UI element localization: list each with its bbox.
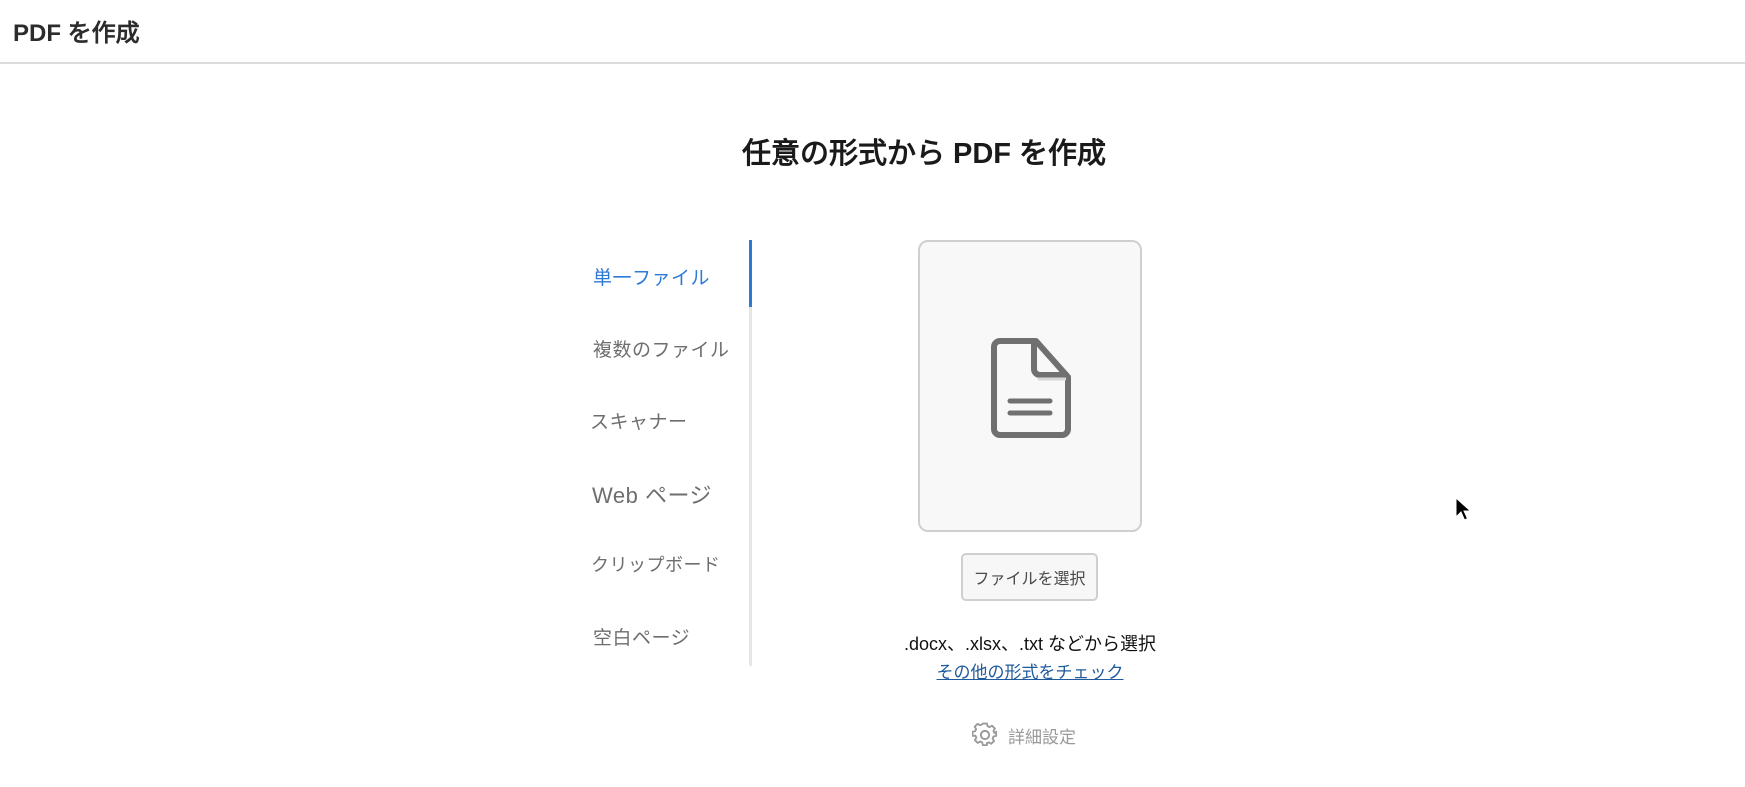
active-tab-indicator xyxy=(749,240,752,307)
tab-scanner[interactable]: スキャナー xyxy=(590,407,688,434)
tab-single-file[interactable]: 単一ファイル xyxy=(593,263,710,290)
file-drop-zone[interactable] xyxy=(918,240,1142,532)
tab-web-page[interactable]: Web ページ xyxy=(592,478,712,510)
document-icon xyxy=(991,338,1071,438)
mouse-cursor-icon xyxy=(1455,497,1472,521)
advanced-settings-label: 詳細設定 xyxy=(1008,727,1076,747)
more-formats-link[interactable]: その他の形式をチェック xyxy=(937,663,1124,682)
tab-clipboard[interactable]: クリップボード xyxy=(591,551,721,577)
tab-multiple-files[interactable]: 複数のファイル xyxy=(593,335,730,362)
app-header: PDF を作成 xyxy=(0,0,1745,64)
advanced-settings-button[interactable]: 詳細設定 xyxy=(972,722,1076,748)
source-tabs: 単一ファイル 複数のファイル スキャナー Web ページ クリップボード 空白ペ… xyxy=(590,240,752,666)
select-file-button[interactable]: ファイルを選択 xyxy=(961,553,1098,601)
gear-icon xyxy=(972,722,998,747)
page-title: 任意の形式から PDF を作成 xyxy=(741,138,1107,170)
supported-formats-text: .docx、.xlsx、.txt などから選択 xyxy=(903,634,1157,654)
app-title: PDF を作成 xyxy=(13,20,140,47)
